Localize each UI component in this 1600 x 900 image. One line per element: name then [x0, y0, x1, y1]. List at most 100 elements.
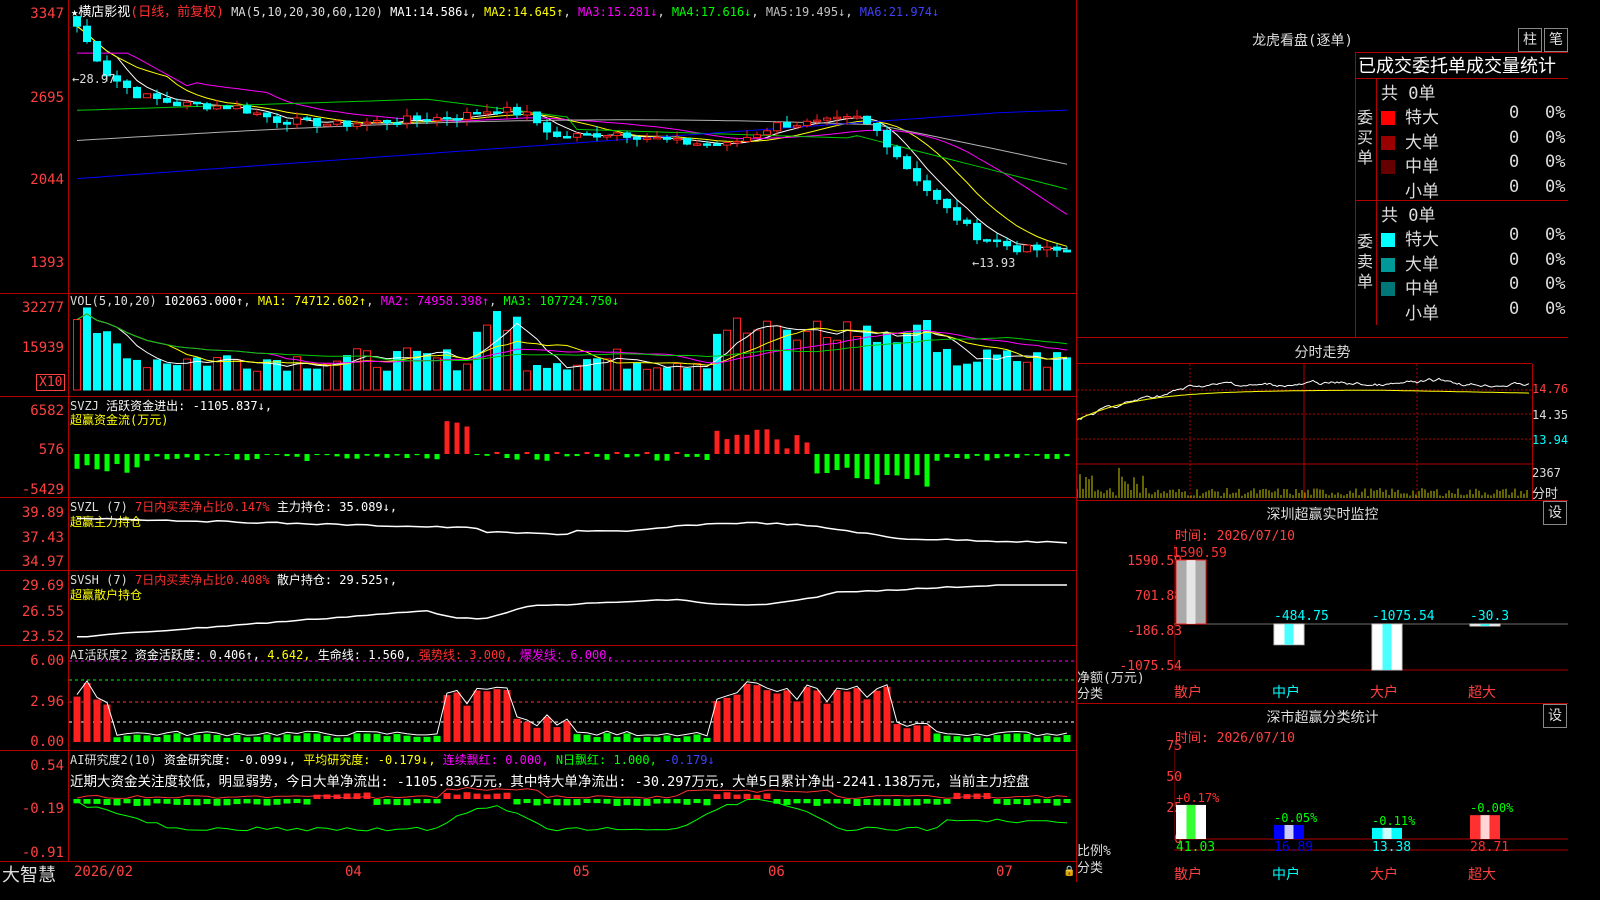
candle-body	[913, 168, 921, 182]
flow-bar	[544, 454, 550, 461]
ai2-chart[interactable]	[69, 751, 1076, 861]
research-bar	[443, 793, 451, 799]
brand-logo[interactable]: 大智慧	[2, 861, 56, 887]
svzl-axis-label: 34.97	[21, 554, 64, 570]
candle-body	[893, 146, 901, 158]
activity-bar	[73, 696, 81, 742]
flow-bar	[1044, 454, 1050, 459]
candle-body	[543, 122, 551, 133]
activity-bar	[223, 737, 231, 742]
volume-bar	[253, 370, 261, 391]
research-bar	[923, 799, 931, 804]
activity-bar	[153, 737, 161, 742]
flow-bar	[884, 454, 890, 476]
volume-bar	[403, 347, 411, 391]
research-bar	[553, 799, 561, 806]
lock-icon[interactable]: 🔒	[1063, 866, 1075, 877]
activity-bar	[373, 733, 381, 742]
ratio-bar-highlight	[1382, 827, 1392, 839]
flow-bar	[244, 454, 250, 461]
buy-row: 小单 0 0%	[1381, 177, 1568, 202]
research-bar	[693, 799, 701, 804]
research-bar	[613, 799, 621, 806]
ma5-line	[76, 119, 1068, 165]
volume-bar	[83, 307, 91, 391]
flow-bar	[584, 452, 590, 454]
candle-body	[213, 105, 221, 110]
price-chart[interactable]	[69, 0, 1076, 293]
row-percent: 0%	[1545, 103, 1566, 123]
activity-bar	[393, 734, 401, 742]
candle-body	[643, 137, 651, 140]
ai1-chart[interactable]	[69, 646, 1076, 750]
net-bar-highlight	[1382, 624, 1392, 670]
volume-bar	[533, 365, 541, 391]
candle-body	[133, 86, 141, 99]
vol-unit: X10	[36, 374, 66, 391]
szcls-chart[interactable]: +0.17% 41.03 -0.05% 16.89 -0.11% 13.38 -0.00% 2…	[1174, 746, 1568, 861]
flow-bar	[784, 448, 790, 454]
flow-bar	[694, 454, 700, 457]
tick-mode-button[interactable]: 笔	[1544, 28, 1568, 52]
candle-body	[433, 117, 441, 122]
research-bar	[633, 799, 641, 806]
sell-row: 特大 0 0%	[1381, 225, 1568, 250]
lhb-title: 龙虎看盘(逐单)	[1252, 33, 1353, 49]
svzj-chart[interactable]	[69, 397, 1076, 497]
candle-body	[493, 111, 501, 114]
research-bar	[623, 799, 631, 806]
activity-bar	[93, 699, 101, 742]
row-name: 特大	[1405, 108, 1439, 128]
volume-bar	[603, 358, 611, 391]
research-bar	[273, 799, 281, 805]
research-bar	[533, 799, 541, 806]
research-bar	[843, 799, 851, 804]
volume-bar	[563, 369, 571, 391]
intraday-chart[interactable]	[1077, 364, 1532, 500]
research-bar	[583, 799, 591, 804]
right-panel: 龙虎看盘(逐单) 柱 笔 已成交委托单成交量统计 委买单 共 0单 特大 0 0% 大…	[1077, 0, 1569, 883]
flow-bar	[474, 454, 480, 456]
buy-row: 大单 0 0%	[1381, 128, 1568, 153]
research-bar	[563, 799, 571, 806]
research-bar	[433, 799, 441, 804]
volume-bar	[353, 348, 361, 391]
candle-body	[533, 111, 541, 124]
intraday-axis: 13.94	[1532, 433, 1569, 447]
research-bar	[463, 792, 471, 799]
flow-bar	[854, 454, 860, 479]
x-tick-label: 07	[996, 864, 1013, 880]
svzl-chart[interactable]	[69, 498, 1076, 570]
volume-bar	[103, 331, 111, 391]
research-bar	[413, 799, 421, 804]
row-name: 特大	[1405, 230, 1439, 250]
research-bar	[123, 799, 131, 804]
activity-bar	[793, 701, 801, 742]
row-percent: 0%	[1545, 274, 1566, 294]
candle-body	[403, 115, 411, 124]
activity-bar	[563, 721, 571, 742]
candle-body	[343, 120, 351, 127]
volume-bar	[203, 365, 211, 391]
activity-bar	[863, 699, 871, 742]
szrt-settings-button[interactable]: 设	[1543, 501, 1567, 525]
volume-chart[interactable]	[69, 294, 1076, 396]
research-bar	[253, 799, 261, 805]
flow-bar	[644, 452, 650, 454]
flow-bar	[384, 454, 390, 458]
szcls-settings-button[interactable]: 设	[1543, 704, 1567, 728]
row-name: 中单	[1405, 157, 1439, 177]
category-label: 散户	[1174, 867, 1202, 883]
volume-bar	[143, 367, 151, 391]
candle-body	[733, 140, 741, 144]
volume-bar	[153, 359, 161, 391]
svsh-chart[interactable]	[69, 571, 1076, 645]
main-chart-area[interactable]: 3347 2695 2044 1393 32277 15939 X10 6582…	[0, 0, 1077, 882]
research-bar	[753, 794, 761, 799]
flow-bar	[204, 454, 210, 456]
bar-mode-button[interactable]: 柱	[1518, 28, 1542, 52]
szrt-chart[interactable]: 1590.59 -484.75 -1075.54 -30.3	[1174, 545, 1568, 685]
x-tick-label: 06	[768, 864, 785, 880]
row-name: 小单	[1405, 181, 1439, 202]
research-bar	[603, 799, 611, 804]
